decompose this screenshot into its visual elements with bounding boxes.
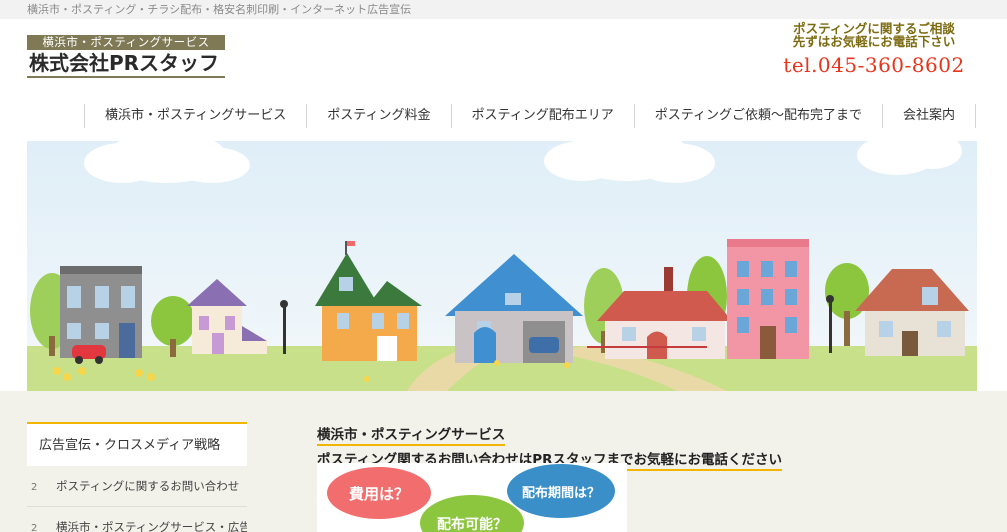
bubble-period: 配布期間は？ — [522, 485, 600, 501]
nav-item-company[interactable]: 会社案内 — [881, 104, 976, 128]
main-content: 横浜市・ポスティングサービス ポスティング関するお問い合わせはPRスタッフまでお… — [317, 424, 837, 532]
logo-company-name: 株式会社PRスタッフ — [27, 50, 225, 78]
lower-section: 広告宣伝・クロスメディア戦略 2 ポスティングに関するお問い合わせ 2 横浜市・ポス… — [0, 391, 1007, 532]
contact-block: ポスティングに関するご相談 先ずはお気軽にお電話下さい tel.045-360-… — [779, 22, 969, 77]
sidebar-item-posting-service[interactable]: 2 横浜市・ポスティングサービス・広告 — [27, 507, 247, 532]
site-tagline-bar: 横浜市・ポスティング・チラシ配布・格安名刺印刷・インターネット広告宣伝 — [0, 0, 1007, 19]
building-pink — [727, 239, 809, 359]
content-heading-1: 横浜市・ポスティングサービス — [317, 427, 506, 446]
sidebar-item-label: 横浜市・ポスティングサービス・広告 — [56, 520, 247, 532]
sidebar-item-contact[interactable]: 2 ポスティングに関するお問い合わせ — [27, 466, 247, 507]
bubble-possible: 配布可能？ — [437, 516, 507, 532]
sidebar-bullet: 2 — [31, 482, 38, 493]
logo-tagline: 横浜市・ポスティングサービス — [27, 35, 225, 50]
site-logo[interactable]: 横浜市・ポスティングサービス 株式会社PRスタッフ — [27, 35, 225, 78]
sidebar: 広告宣伝・クロスメディア戦略 2 ポスティングに関するお問い合わせ 2 横浜市・ポス… — [27, 422, 247, 532]
site-tagline: 横浜市・ポスティング・チラシ配布・格安名刺印刷・インターネット広告宣伝 — [27, 3, 412, 16]
contact-phone[interactable]: tel.045-360-8602 — [779, 53, 969, 77]
nav-item-pricing[interactable]: ポスティング料金 — [306, 104, 450, 128]
nav-item-area[interactable]: ポスティング配布エリア — [450, 104, 634, 128]
hero-town-illustration — [27, 141, 977, 391]
sidebar-heading: 広告宣伝・クロスメディア戦略 — [27, 422, 247, 466]
faq-bubbles-image: 費用は？ 配布可能？ 配布期間は？ — [317, 463, 627, 532]
contact-line-2: 先ずはお気軽にお電話下さい — [792, 34, 956, 49]
nav-item-posting-service[interactable]: 横浜市・ポスティングサービス — [84, 104, 306, 128]
hero-banner — [27, 141, 977, 391]
building-grey — [60, 266, 142, 364]
bubble-cost: 費用は？ — [349, 485, 409, 503]
sidebar-bullet: 2 — [31, 523, 38, 532]
nav-item-flow[interactable]: ポスティングご依頼〜配布完了まで — [633, 104, 882, 128]
main-nav: 横浜市・ポスティングサービス ポスティング料金 ポスティング配布エリア ポスティ… — [84, 104, 976, 128]
sidebar-item-label: ポスティングに関するお問い合わせ — [56, 479, 240, 493]
